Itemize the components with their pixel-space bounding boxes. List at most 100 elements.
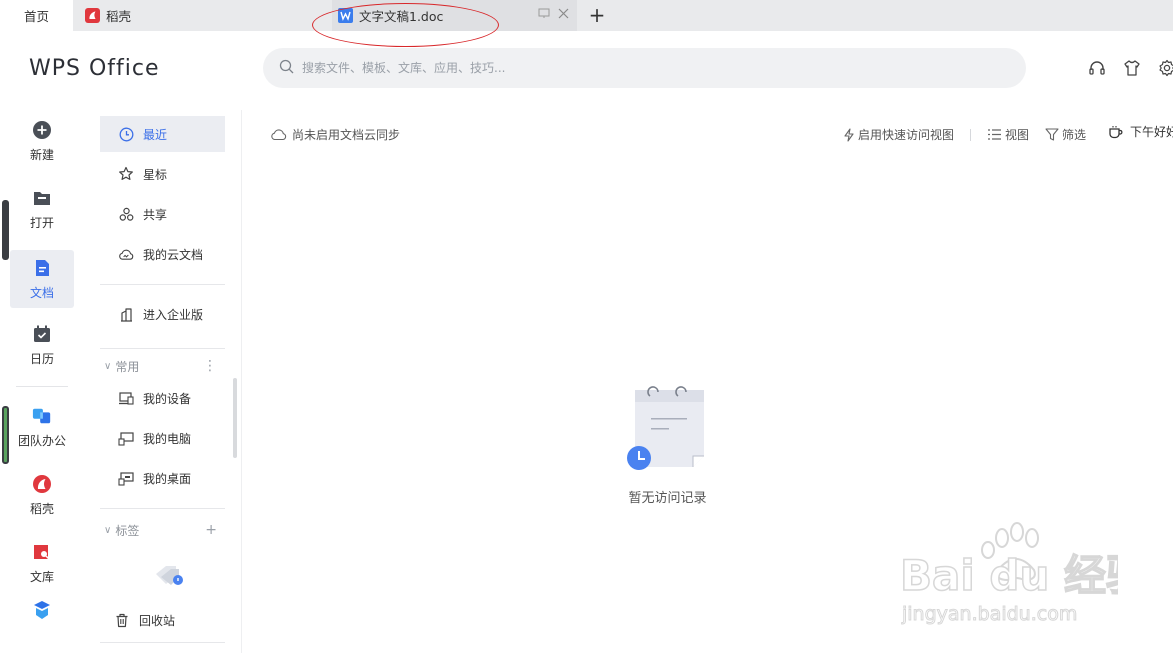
- search-input[interactable]: [302, 61, 902, 75]
- rail-label-calendar: 日历: [29, 351, 54, 366]
- document-icon: [32, 258, 52, 278]
- view-button[interactable]: 视图: [987, 126, 1029, 143]
- nav-group-common[interactable]: ∨ 常用 ⋮: [104, 356, 225, 376]
- greeting-text: 下午好好: [1130, 125, 1173, 139]
- nav-label-cloud-docs: 我的云文档: [143, 247, 204, 262]
- folder-icon: [32, 188, 52, 208]
- close-tab-icon[interactable]: [558, 8, 569, 23]
- star-icon: [118, 166, 134, 182]
- rail-label-team: 团队办公: [17, 433, 66, 448]
- cloud-sync-label: 尚未启用文档云同步: [292, 128, 401, 142]
- annotation-ellipse: [312, 3, 499, 47]
- headset-icon[interactable]: [1087, 58, 1107, 78]
- rail-item-apps[interactable]: [10, 594, 74, 634]
- rail-label-library: 文库: [29, 569, 54, 584]
- nav-label-enterprise: 进入企业版: [143, 307, 204, 322]
- empty-state-text: 暂无访问记录: [628, 491, 707, 506]
- nav-item-cloud-docs[interactable]: 我的云文档: [100, 236, 225, 272]
- nav-item-enterprise[interactable]: 进入企业版: [100, 296, 225, 332]
- nav-item-recycle-bin[interactable]: 回收站: [100, 602, 225, 638]
- nav-group-tags-label: 标签: [115, 523, 140, 538]
- nav-label-my-computer: 我的电脑: [143, 431, 192, 446]
- nav-scrollbar[interactable]: [233, 378, 237, 458]
- tab-daoke-label: 稻壳: [106, 9, 132, 24]
- tab-home[interactable]: 首页: [0, 0, 73, 31]
- device-icon: [118, 390, 134, 406]
- watermark-brand: Bai du 经验: [900, 551, 1118, 600]
- plus-circle-icon: [32, 120, 52, 140]
- baidu-watermark: Bai du 经验 jingyan.baidu.com: [898, 522, 1149, 632]
- nav-item-my-desktop[interactable]: 我的桌面: [100, 460, 225, 496]
- app-center-icon: [32, 601, 52, 621]
- cloud-icon: [118, 246, 134, 262]
- nav-group-common-label: 常用: [115, 359, 140, 374]
- nav-group-tags[interactable]: ∨ 标签 +: [104, 520, 225, 540]
- cloud-sync-notice[interactable]: 尚未启用文档云同步: [270, 126, 400, 143]
- tab-daoke[interactable]: 稻壳: [75, 0, 305, 31]
- rail-item-daoke[interactable]: 稻壳: [10, 466, 74, 524]
- library-icon: [32, 542, 52, 562]
- settings-gear-icon[interactable]: [1157, 58, 1173, 78]
- search-bar[interactable]: [263, 48, 1026, 88]
- nav-label-shared: 共享: [143, 207, 168, 222]
- computer-icon: [118, 430, 134, 446]
- calendar-icon: [32, 324, 52, 344]
- rail-item-calendar[interactable]: 日历: [10, 316, 74, 374]
- lightning-icon: [843, 127, 855, 142]
- rail-divider: [16, 386, 68, 387]
- nav-divider: [100, 284, 225, 285]
- rail-item-documents[interactable]: 文档: [10, 250, 74, 308]
- trash-icon: [114, 612, 130, 628]
- nav-label-starred: 星标: [143, 167, 168, 182]
- content-toolbar: 启用快速访问视图 视图 筛选: [843, 126, 1102, 143]
- clock-icon: [118, 126, 134, 142]
- pin-window-icon[interactable]: [538, 8, 550, 23]
- new-tab-button[interactable]: +: [585, 2, 609, 28]
- nav-item-shared[interactable]: 共享: [100, 196, 225, 232]
- rail-label-open: 打开: [29, 215, 54, 230]
- wps-office-logo: WPS Office: [29, 56, 160, 81]
- view-label: 视图: [1005, 128, 1030, 142]
- filter-label: 筛选: [1062, 128, 1087, 142]
- list-view-icon: [987, 128, 1002, 141]
- more-vertical-icon[interactable]: ⋮: [203, 358, 217, 374]
- toolbar-divider: [970, 128, 972, 141]
- watermark-url: jingyan.baidu.com: [901, 603, 1077, 625]
- empty-state-illustration: [620, 378, 715, 482]
- skin-shirt-icon[interactable]: [1122, 58, 1142, 78]
- empty-tags-illustration: [152, 560, 186, 588]
- rail-item-team[interactable]: 团队办公: [10, 398, 74, 456]
- quick-access-button[interactable]: 启用快速访问视图: [843, 126, 954, 143]
- daoke-icon: [32, 474, 52, 494]
- nav-item-starred[interactable]: 星标: [100, 156, 225, 192]
- team-icon: [32, 406, 52, 426]
- left-rail: 新建 打开 文档 日历 团队办公 稻壳 文库: [0, 110, 84, 653]
- nav-divider: [100, 348, 225, 349]
- nav-item-my-computer[interactable]: 我的电脑: [100, 420, 225, 456]
- daoke-icon: [85, 8, 100, 23]
- nav-item-my-device[interactable]: 我的设备: [100, 380, 225, 416]
- nav-item-recent[interactable]: 最近: [100, 116, 225, 152]
- rail-item-new[interactable]: 新建: [10, 112, 74, 170]
- content-divider: [241, 110, 242, 653]
- rail-label-daoke: 稻壳: [29, 501, 54, 516]
- chevron-down-icon: ∨: [104, 524, 112, 536]
- filter-funnel-icon: [1045, 128, 1059, 141]
- nav-divider: [100, 508, 225, 509]
- rail-item-library[interactable]: 文库: [10, 534, 74, 592]
- nav-label-recent: 最近: [143, 127, 168, 142]
- tab-home-label: 首页: [23, 9, 49, 24]
- share-icon: [118, 206, 134, 222]
- quick-access-label: 启用快速访问视图: [858, 128, 955, 142]
- desktop-icon: [118, 470, 134, 486]
- tab-bar: 首页 稻壳 文字文稿1.doc +: [0, 0, 1173, 31]
- rail-item-open[interactable]: 打开: [10, 180, 74, 238]
- rail-label-new: 新建: [29, 147, 54, 162]
- nav-label-my-desktop: 我的桌面: [143, 471, 192, 486]
- greeting: 下午好好: [1108, 123, 1173, 140]
- filter-button[interactable]: 筛选: [1045, 126, 1086, 143]
- coffee-cup-icon: [1108, 125, 1124, 139]
- chevron-down-icon: ∨: [104, 360, 112, 372]
- top-right-icons: [1087, 58, 1173, 78]
- add-tag-icon[interactable]: +: [205, 522, 217, 538]
